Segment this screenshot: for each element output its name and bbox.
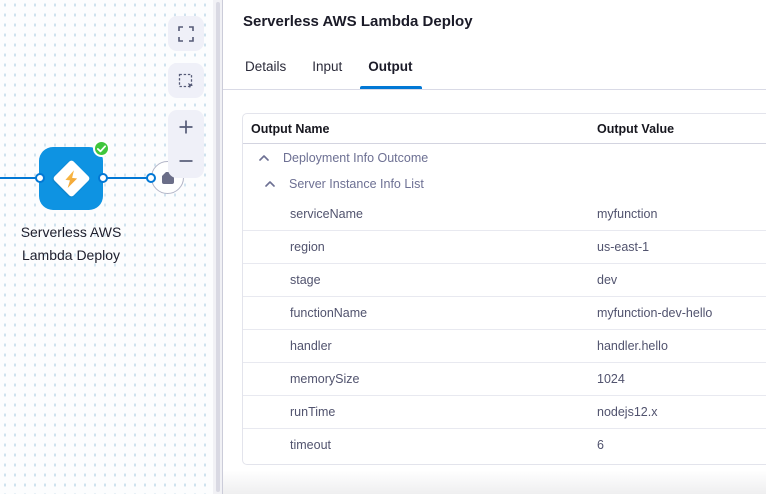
- node-port-left[interactable]: [35, 173, 45, 183]
- node-port-right[interactable]: [98, 173, 108, 183]
- output-value: myfunction-dev-hello: [597, 306, 712, 320]
- table-row: stage dev: [243, 263, 766, 296]
- output-name: handler: [243, 339, 597, 353]
- node-label: Serverless AWS Lambda Deploy: [0, 221, 142, 267]
- table-row: handler handler.hello: [243, 329, 766, 362]
- group-label: Deployment Info Outcome: [283, 151, 428, 165]
- plus-icon: [178, 119, 194, 135]
- chevron-up-icon[interactable]: [265, 181, 275, 187]
- marquee-select-button[interactable]: [168, 63, 204, 98]
- tab-details[interactable]: Details: [243, 59, 288, 89]
- output-table: Output Name Output Value Deployment Info…: [242, 113, 766, 465]
- panel-splitter[interactable]: [213, 0, 223, 494]
- pipeline-canvas[interactable]: Serverless AWS Lambda Deploy: [0, 0, 213, 494]
- lambda-bolt-icon: [52, 159, 90, 197]
- zoom-controls: [168, 110, 204, 178]
- table-row: functionName myfunction-dev-hello: [243, 296, 766, 329]
- output-name: functionName: [243, 306, 597, 320]
- column-header-output-value: Output Value: [597, 122, 674, 136]
- output-name: memorySize: [243, 372, 597, 386]
- stage-port-left[interactable]: [146, 173, 156, 183]
- output-value: myfunction: [597, 207, 657, 221]
- group-row-deployment-info-outcome[interactable]: Deployment Info Outcome: [243, 144, 766, 171]
- zoom-in-button[interactable]: [168, 110, 204, 144]
- canvas-toolbar: [168, 16, 204, 178]
- output-value: nodejs12.x: [597, 405, 657, 419]
- success-check-icon: [93, 140, 110, 157]
- minus-icon: [178, 159, 194, 163]
- step-details-panel: Serverless AWS Lambda Deploy Details Inp…: [223, 0, 766, 494]
- table-row: memorySize 1024: [243, 362, 766, 395]
- fullscreen-button[interactable]: [168, 16, 204, 51]
- tab-output[interactable]: Output: [366, 59, 414, 89]
- chevron-up-icon[interactable]: [259, 155, 269, 161]
- output-name: serviceName: [243, 207, 597, 221]
- output-table-header: Output Name Output Value: [243, 114, 766, 144]
- panel-title: Serverless AWS Lambda Deploy: [243, 13, 766, 30]
- app-window: Serverless AWS Lambda Deploy: [0, 0, 766, 494]
- output-value: 6: [597, 438, 604, 452]
- output-name: runTime: [243, 405, 597, 419]
- output-name: stage: [243, 273, 597, 287]
- node-serverless-aws-lambda-deploy[interactable]: [39, 147, 103, 210]
- table-row: timeout 6: [243, 428, 766, 461]
- output-table-body: Deployment Info Outcome Server Instance …: [243, 144, 766, 464]
- table-row: region us-east-1: [243, 230, 766, 263]
- output-value: 1024: [597, 372, 625, 386]
- output-value: handler.hello: [597, 339, 668, 353]
- splitter-thumb[interactable]: [216, 2, 220, 492]
- output-value: dev: [597, 273, 617, 287]
- output-name: region: [243, 240, 597, 254]
- zoom-out-button[interactable]: [168, 144, 204, 178]
- group-label: Server Instance Info List: [289, 177, 424, 191]
- marquee-select-icon: [178, 73, 194, 89]
- table-row: runTime nodejs12.x: [243, 395, 766, 428]
- column-header-output-name: Output Name: [243, 122, 597, 136]
- tab-bar: Details Input Output: [223, 59, 766, 90]
- output-value: us-east-1: [597, 240, 649, 254]
- fullscreen-icon: [178, 26, 194, 42]
- output-name: timeout: [243, 438, 597, 452]
- tab-input[interactable]: Input: [310, 59, 344, 89]
- table-row: serviceName myfunction: [243, 197, 766, 230]
- group-row-server-instance-info-list[interactable]: Server Instance Info List: [243, 171, 766, 197]
